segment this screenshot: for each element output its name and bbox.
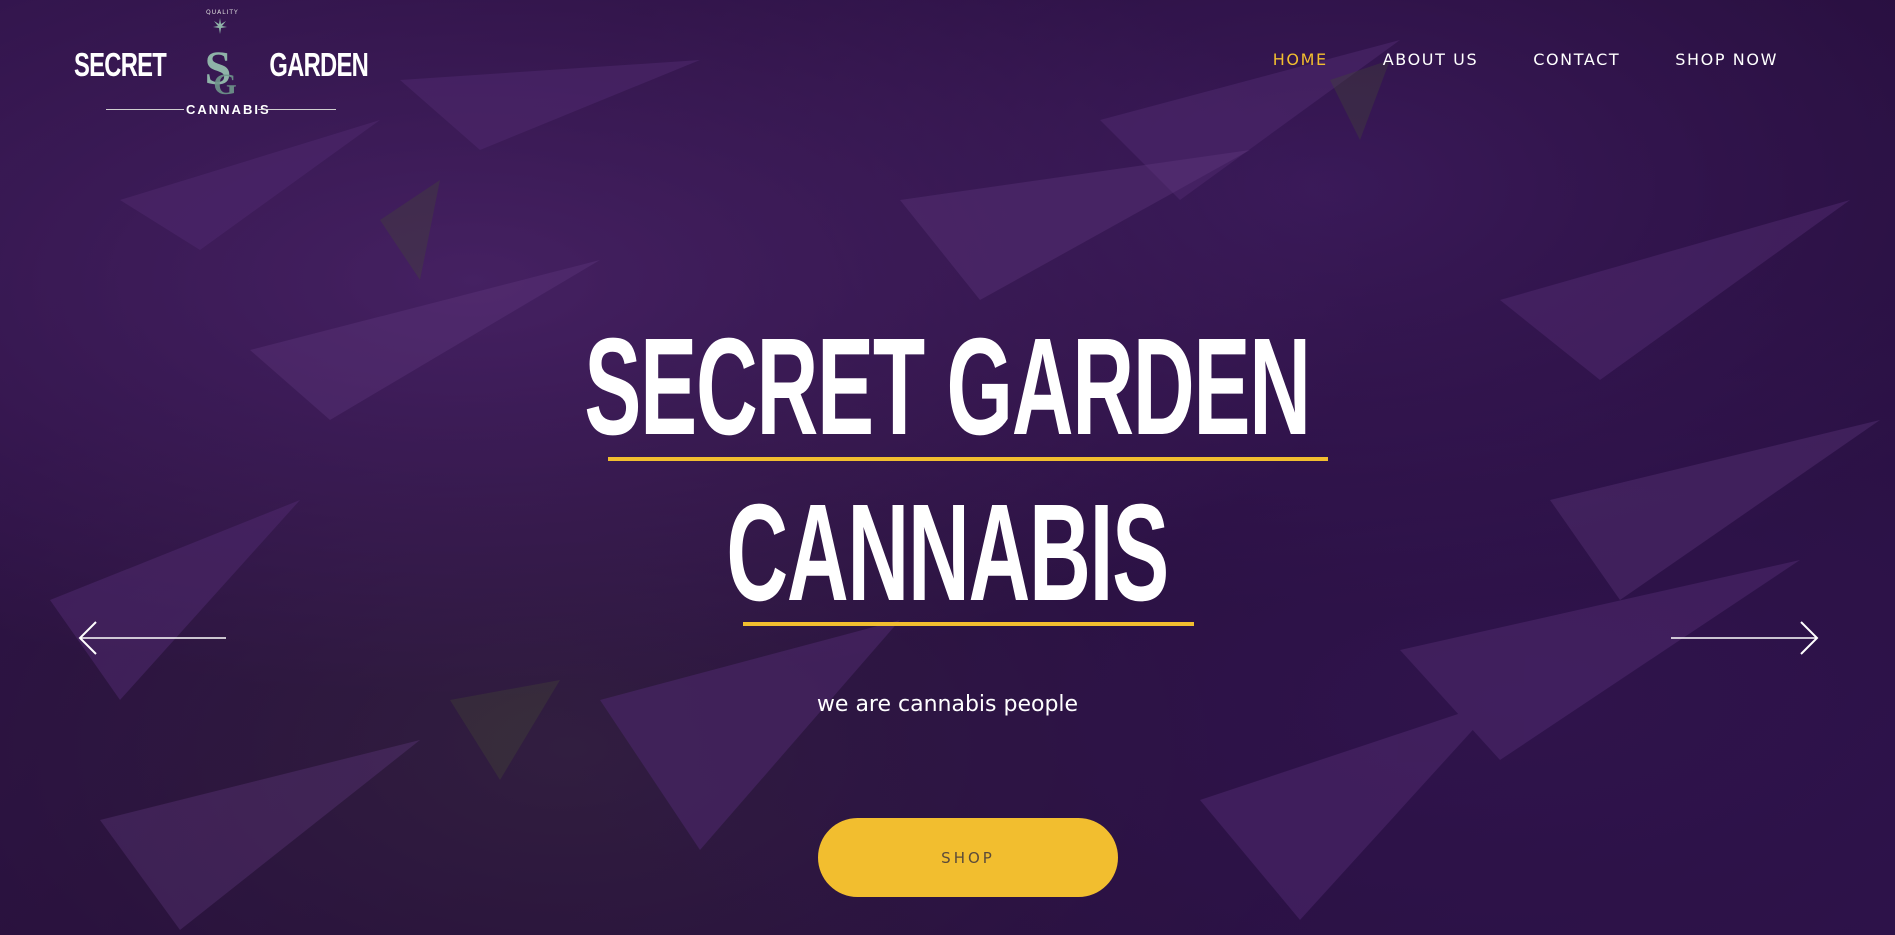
main-nav: HOME ABOUT US CONTACT SHOP NOW [1218,50,1778,69]
hero-title-underline-1 [608,457,1328,461]
site-logo[interactable]: QUALITY SECRET S G GARDEN CANNABIS [74,6,369,118]
nav-home[interactable]: HOME [1273,50,1328,69]
hero-title-line1: SECRET GARDEN [584,310,1312,464]
nav-contact[interactable]: CONTACT [1533,50,1620,69]
logo-divider-right [258,109,336,110]
logo-word-garden: GARDEN [269,46,368,83]
shop-button[interactable]: SHOP [818,818,1118,897]
nav-shop-now[interactable]: SHOP NOW [1675,50,1778,69]
hero-title-line1-wrap: SECRET GARDEN [0,318,1895,456]
hero-title-underline-2 [743,622,1194,626]
arrow-right-icon[interactable] [1669,620,1819,656]
svg-text:G: G [213,68,236,98]
logo-word-secret: SECRET [74,46,167,83]
nav-about-us[interactable]: ABOUT US [1383,50,1478,69]
hero-tagline: we are cannabis people [816,692,1079,717]
arrow-left-icon[interactable] [78,620,228,656]
logo-divider-left [106,109,184,110]
logo-monogram: S G [205,42,237,98]
hero-title-line2-wrap: CANNABIS [0,484,1895,622]
cannabis-leaf-icon [213,18,227,34]
hero-overlay [0,0,1895,935]
logo-quality-text: QUALITY [206,9,239,16]
hero-title-line2: CANNABIS [726,476,1170,630]
